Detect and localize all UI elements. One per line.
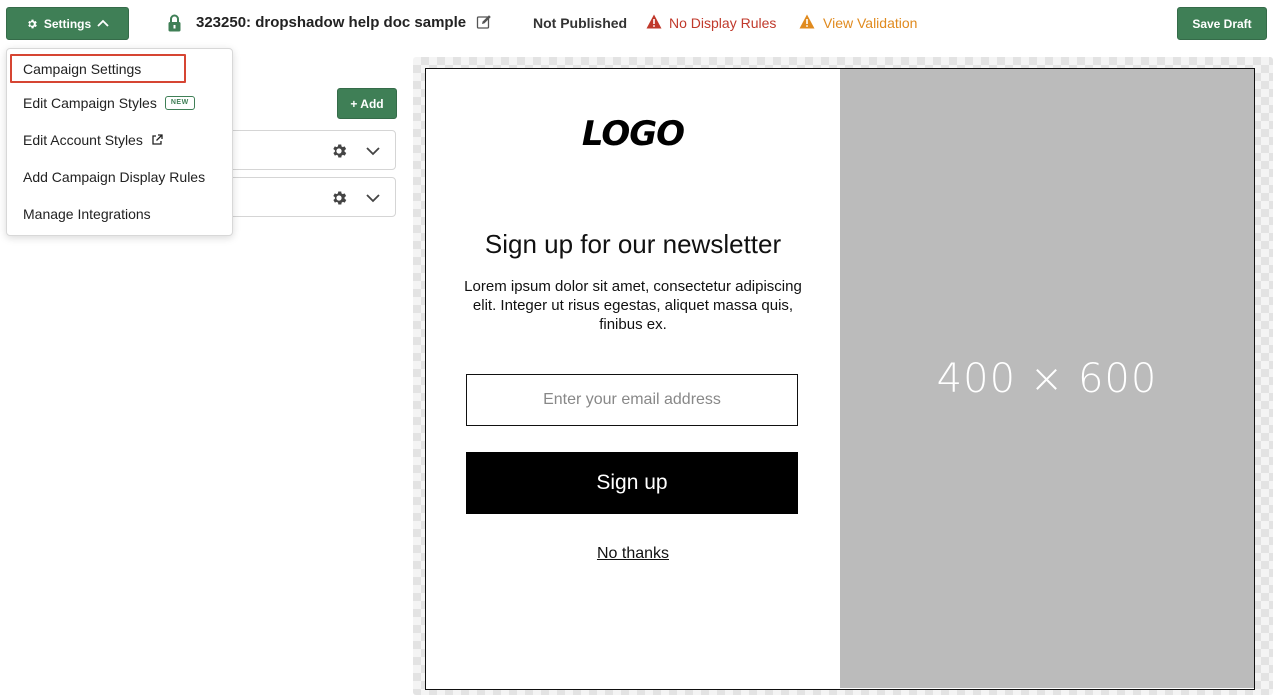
save-draft-label: Save Draft bbox=[1192, 16, 1252, 31]
add-button-label: + Add bbox=[350, 96, 384, 111]
menu-item-edit-campaign-styles[interactable]: Edit Campaign Styles NEW bbox=[23, 95, 195, 111]
popup-content-panel: LOGO Sign up for our newsletter Lorem ip… bbox=[426, 69, 840, 688]
chevron-down-icon[interactable] bbox=[365, 192, 381, 204]
no-thanks-link[interactable]: No thanks bbox=[426, 545, 840, 563]
gear-icon[interactable] bbox=[330, 189, 348, 207]
menu-item-manage-integrations[interactable]: Manage Integrations bbox=[23, 206, 151, 222]
warning-triangle-icon bbox=[646, 14, 662, 29]
popup-body-text: Lorem ipsum dolor sit amet, consectetur … bbox=[464, 278, 802, 333]
view-validation-link[interactable]: View Validation bbox=[823, 15, 917, 31]
external-link-icon bbox=[152, 134, 163, 145]
image-placeholder: 400 × 600 bbox=[840, 69, 1254, 688]
campaign-title: 323250: dropshadow help doc sample bbox=[196, 14, 467, 31]
signup-button-label: Sign up bbox=[596, 471, 668, 494]
warning-triangle-icon bbox=[799, 14, 815, 29]
menu-item-label: Edit Account Styles bbox=[23, 132, 143, 148]
menu-item-campaign-settings[interactable]: Campaign Settings bbox=[23, 61, 141, 77]
popup-preview: LOGO Sign up for our newsletter Lorem ip… bbox=[425, 68, 1255, 690]
new-badge: NEW bbox=[164, 96, 195, 110]
settings-dropdown-menu: Campaign Settings Edit Campaign Styles N… bbox=[6, 48, 233, 236]
menu-item-label: Add Campaign Display Rules bbox=[23, 169, 206, 185]
chevron-down-icon[interactable] bbox=[365, 145, 381, 157]
lock-icon bbox=[168, 14, 181, 32]
image-placeholder-text: 400 × 600 bbox=[936, 355, 1158, 402]
pencil-icon[interactable] bbox=[476, 14, 492, 30]
save-draft-button[interactable]: Save Draft bbox=[1177, 7, 1267, 40]
popup-headline: Sign up for our newsletter bbox=[484, 229, 782, 259]
settings-button-label: Settings bbox=[43, 16, 92, 31]
publish-status: Not Published bbox=[533, 15, 628, 31]
menu-item-label: Campaign Settings bbox=[23, 61, 142, 77]
add-button[interactable]: + Add bbox=[337, 88, 397, 119]
gear-icon bbox=[28, 19, 37, 28]
signup-button[interactable]: Sign up bbox=[466, 452, 798, 514]
menu-item-edit-account-styles[interactable]: Edit Account Styles bbox=[23, 132, 163, 148]
gear-icon[interactable] bbox=[330, 142, 348, 160]
menu-item-label: Edit Campaign Styles bbox=[23, 95, 157, 111]
chevron-up-icon bbox=[97, 19, 109, 27]
settings-button[interactable]: Settings bbox=[6, 7, 129, 40]
top-bar: Settings 323250: dropshadow help doc sam… bbox=[0, 0, 1273, 48]
menu-item-label: Manage Integrations bbox=[23, 206, 151, 222]
logo: LOGO bbox=[581, 114, 685, 154]
email-input[interactable] bbox=[466, 374, 798, 426]
no-display-rules-link[interactable]: No Display Rules bbox=[669, 15, 776, 31]
menu-item-add-display-rules[interactable]: Add Campaign Display Rules bbox=[23, 169, 205, 185]
